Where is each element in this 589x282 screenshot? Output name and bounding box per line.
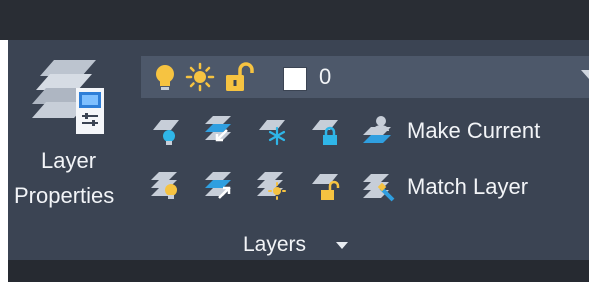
layer-thaw-icon: [257, 172, 286, 200]
layer-unlock-icon: [312, 174, 340, 200]
panel-title-label: Layers: [243, 233, 307, 256]
top-bar: [0, 0, 589, 40]
lock-open-icon: [226, 62, 254, 91]
layer-previous-button[interactable]: [203, 114, 235, 144]
sun-icon: [185, 62, 215, 92]
layer-dropdown[interactable]: 0: [141, 56, 589, 98]
layer-color-swatch: [283, 67, 307, 91]
layer-walk-icon: [205, 172, 231, 199]
layer-lock-button[interactable]: [308, 116, 340, 146]
lightbulb-on-icon: [156, 65, 174, 90]
layer-unisolate-icon: [151, 172, 177, 199]
layer-previous-icon: [205, 116, 231, 142]
make-current-icon: [363, 116, 391, 143]
layer-isolate-icon: [153, 120, 179, 145]
layers-panel-title[interactable]: Layers: [243, 233, 363, 259]
layers-panel: Layer Properties 0 Make Current Match La…: [8, 40, 589, 260]
make-current-label: Make Current: [407, 118, 541, 143]
match-layer-icon: [363, 174, 395, 202]
layer-properties-label-line2: Properties: [14, 183, 115, 208]
layer-isolate-button[interactable]: [149, 116, 181, 146]
layer-properties-label-line1: Layer: [41, 148, 97, 173]
current-layer-name: 0: [319, 64, 332, 89]
layer-properties-icon: [32, 60, 104, 134]
layer-thaw-button[interactable]: [255, 170, 287, 200]
dropdown-arrow-icon[interactable]: [581, 70, 589, 79]
layer-walk-button[interactable]: [203, 170, 235, 200]
layer-unlock-button[interactable]: [308, 170, 340, 200]
layer-unisolate-button[interactable]: [149, 170, 181, 200]
match-layer-label: Match Layer: [407, 174, 529, 199]
match-layer-button[interactable]: Match Layer: [361, 170, 581, 202]
bottom-bar: [8, 260, 589, 282]
layer-freeze-icon: [259, 120, 286, 146]
layer-freeze-button[interactable]: [255, 116, 287, 146]
layer-properties-button[interactable]: Layer Properties: [8, 40, 138, 220]
layer-lock-icon: [312, 120, 338, 145]
left-edge: [0, 40, 8, 282]
chevron-down-icon: [336, 242, 348, 249]
make-current-button[interactable]: Make Current: [361, 115, 581, 145]
